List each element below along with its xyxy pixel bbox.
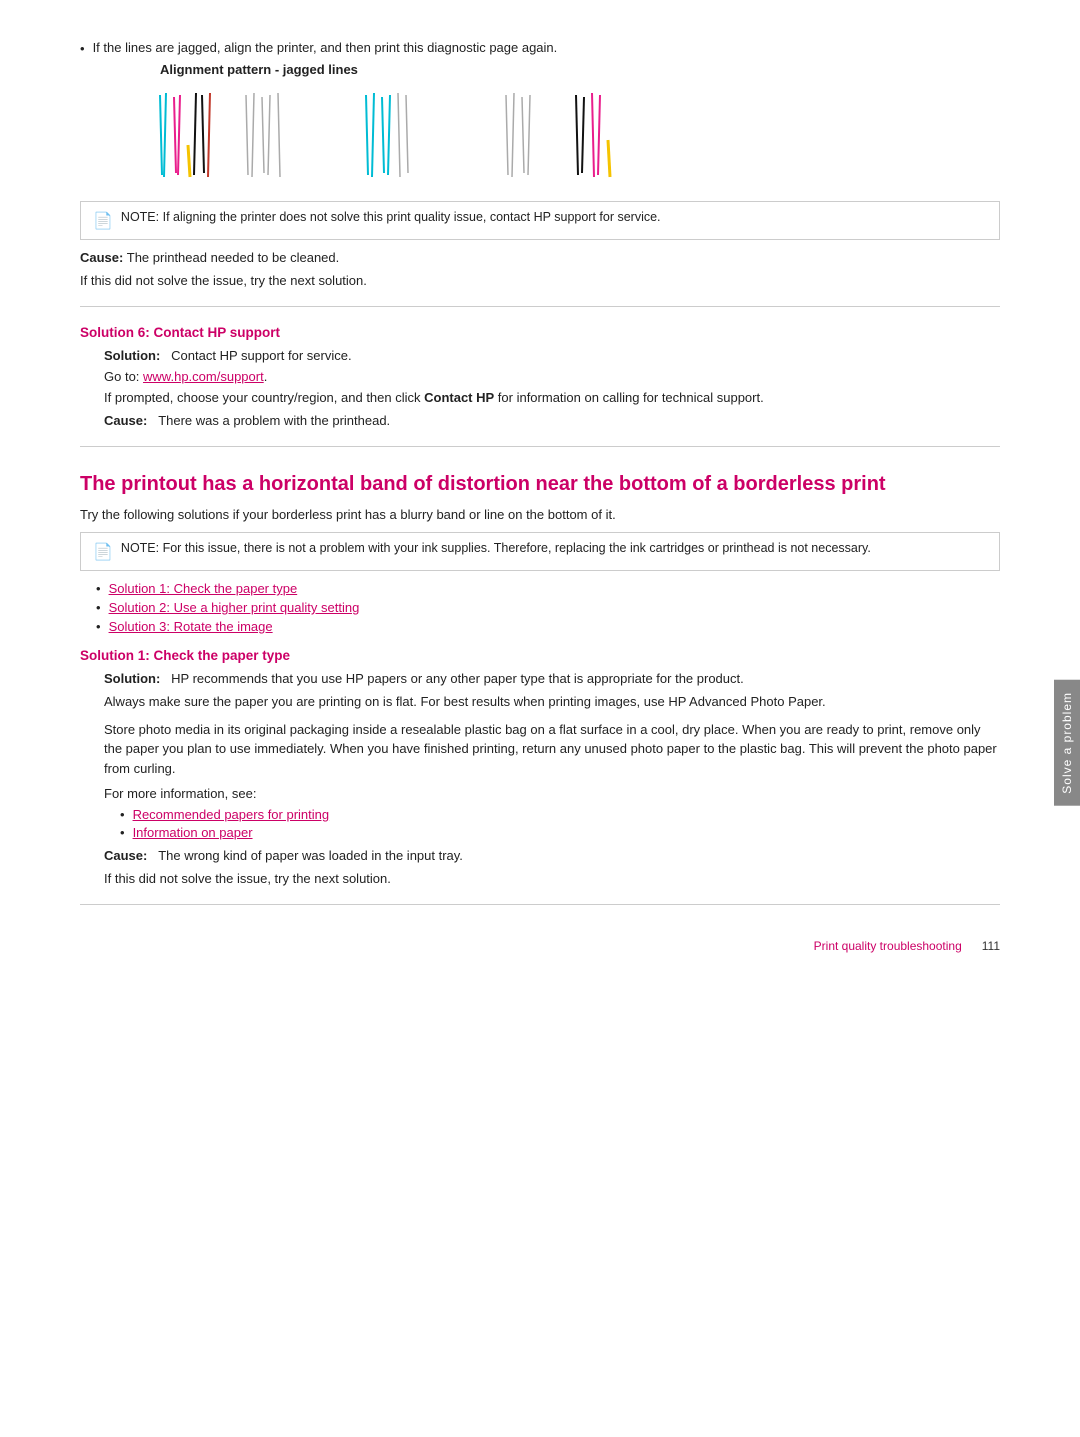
sol6-prompted-line: If prompted, choose your country/region,… [104,390,1000,405]
sol6-solution-label: Solution: [104,348,160,363]
sol1-links-list: • Recommended papers for printing • Info… [120,807,1000,840]
solution-1: Solution 1: Check the paper type Solutio… [80,648,1000,886]
if-not-solved-1: If this did not solve the issue, try the… [80,273,1000,288]
note-icon-2: 📄 [93,542,113,562]
jagged-pattern-1 [150,85,220,185]
main-heading: The printout has a horizontal band of di… [80,471,1000,497]
note-text-2: NOTE: For this issue, there is not a pro… [121,541,871,555]
footer-label: Print quality troubleshooting [814,939,962,953]
sol1-cause-text: The wrong kind of paper was loaded in th… [158,848,463,863]
sol6-if-prompted: If prompted, choose your country/region,… [104,390,424,405]
sol1-solution-text: HP recommends that you use HP papers or … [171,671,744,686]
bullet-dot: • [80,41,85,56]
sol6-goto-text: Go to: [104,369,143,384]
solution-link-1[interactable]: Solution 1: Check the paper type [109,581,298,596]
solution-links-list: • Solution 1: Check the paper type • Sol… [96,581,1000,634]
divider-3 [80,904,1000,905]
note-box-1: 📄 NOTE: If aligning the printer does not… [80,201,1000,240]
sol6-cause-label: Cause: [104,413,147,428]
sol1-heading: Solution 1: Check the paper type [80,648,1000,663]
jagged-pattern-2 [240,85,290,185]
cause-text-1: The printhead needed to be cleaned. [127,250,340,265]
sol6-link[interactable]: www.hp.com/support [143,369,264,384]
note-icon-1: 📄 [93,211,113,231]
sol1-solution-label: Solution: [104,671,160,686]
cause-line-1: Cause: The printhead needed to be cleane… [80,250,1000,265]
sol1-link-2[interactable]: Information on paper [133,825,253,840]
sol1-link-item-1: • Recommended papers for printing [120,807,1000,822]
note-text-1: NOTE: If aligning the printer does not s… [121,210,661,224]
jagged-pattern-5 [570,85,630,185]
link-bullet-3: • [96,619,101,634]
intro-text: If the lines are jagged, align the print… [93,40,558,56]
solution-link-item-2: • Solution 2: Use a higher print quality… [96,600,1000,615]
footer: Print quality troubleshooting 111 [814,939,1000,953]
sol1-para1: Always make sure the paper you are print… [104,692,1000,712]
sol6-body: Solution: Contact HP support for service… [104,348,1000,428]
intro-bullet: • If the lines are jagged, align the pri… [80,40,1000,56]
sol6-solution-line: Solution: Contact HP support for service… [104,348,1000,363]
sol6-contact-hp-rest: for information on calling for technical… [494,390,764,405]
jagged-pattern-4 [500,85,550,185]
sol6-goto-line: Go to: www.hp.com/support. [104,369,1000,384]
sol1-cause-label: Cause: [104,848,147,863]
side-tab: Solve a problem [1054,680,1080,806]
sol1-link-item-2: • Information on paper [120,825,1000,840]
solution-link-item-3: • Solution 3: Rotate the image [96,619,1000,634]
divider-2 [80,446,1000,447]
alignment-label: Alignment pattern - jagged lines [160,62,1000,77]
solution-6: Solution 6: Contact HP support Solution:… [80,325,1000,428]
link-bullet-2: • [96,600,101,615]
sol6-solution-text: Contact HP support for service. [171,348,351,363]
note-box-2: 📄 NOTE: For this issue, there is not a p… [80,532,1000,571]
jagged-pattern-3 [360,85,420,185]
solution-link-3[interactable]: Solution 3: Rotate the image [109,619,273,634]
sol1-for-more: For more information, see: [104,786,1000,801]
cause-label-1: Cause: [80,250,123,265]
sol1-link-1[interactable]: Recommended papers for printing [133,807,330,822]
solution-link-2[interactable]: Solution 2: Use a higher print quality s… [109,600,360,615]
sol6-cause: Cause: There was a problem with the prin… [104,413,1000,428]
sol1-link-bullet-1: • [120,807,125,822]
sol6-heading: Solution 6: Contact HP support [80,325,1000,340]
sol1-para2: Store photo media in its original packag… [104,720,1000,779]
sol1-if-not-solved: If this did not solve the issue, try the… [104,871,1000,886]
page-content: • If the lines are jagged, align the pri… [0,0,1080,983]
sol1-solution-line: Solution: HP recommends that you use HP … [104,671,1000,686]
sol1-link-bullet-2: • [120,825,125,840]
footer-page: 111 [982,939,1000,953]
solution-link-item-1: • Solution 1: Check the paper type [96,581,1000,596]
sol6-cause-text: There was a problem with the printhead. [158,413,390,428]
alignment-patterns [150,85,1000,185]
divider-1 [80,306,1000,307]
sol1-cause: Cause: The wrong kind of paper was loade… [104,848,1000,863]
link-bullet-1: • [96,581,101,596]
sol1-body: Solution: HP recommends that you use HP … [104,671,1000,886]
main-intro: Try the following solutions if your bord… [80,507,1000,522]
sol6-contact-hp-bold: Contact HP [424,390,494,405]
